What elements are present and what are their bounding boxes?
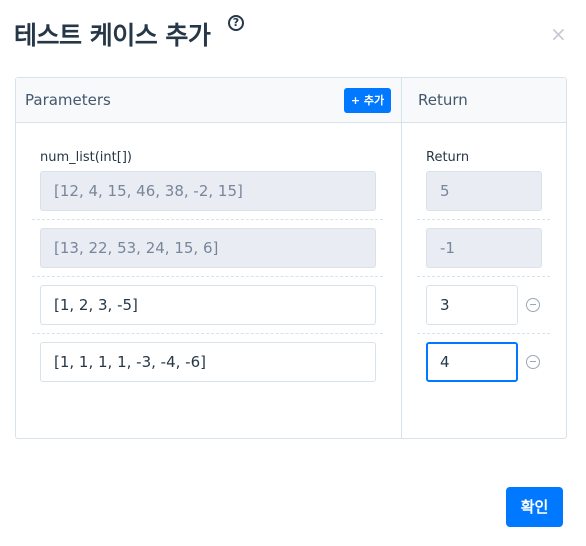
param-field-2: [13, 22, 53, 24, 15, 6] xyxy=(40,228,376,268)
add-test-case-button[interactable]: + 추가 xyxy=(344,88,391,113)
row-divider xyxy=(417,219,550,220)
close-icon[interactable]: × xyxy=(550,24,567,44)
confirm-button[interactable]: 확인 xyxy=(506,487,563,527)
dialog-title: 테스트 케이스 추가 xyxy=(14,21,211,50)
return-field-3[interactable]: 3 xyxy=(426,285,518,325)
table-header: Parameters + 추가 Return xyxy=(16,78,566,123)
parameters-header: Parameters xyxy=(25,91,111,109)
param-field-1: [12, 4, 15, 46, 38, -2, 15] xyxy=(40,171,376,211)
help-icon[interactable]: ? xyxy=(228,15,244,31)
column-divider xyxy=(401,78,402,438)
param-name-label: num_list(int[]) xyxy=(40,150,132,165)
row-divider xyxy=(417,276,550,277)
return-header: Return xyxy=(418,91,468,109)
param-field-3[interactable]: [1, 2, 3, -5] xyxy=(40,285,376,325)
remove-row-icon[interactable] xyxy=(526,355,540,369)
return-field-1: 5 xyxy=(426,171,542,211)
row-divider xyxy=(417,333,550,334)
test-case-table: Parameters + 추가 Return num_list(int[]) R… xyxy=(15,77,567,439)
param-field-4[interactable]: [1, 1, 1, 1, -3, -4, -6] xyxy=(40,342,376,382)
row-divider xyxy=(32,276,383,277)
row-divider xyxy=(32,333,383,334)
row-divider xyxy=(32,219,383,220)
return-field-4[interactable]: 4 xyxy=(426,342,518,382)
return-field-2: -1 xyxy=(426,228,542,268)
remove-row-icon[interactable] xyxy=(526,298,540,312)
return-label: Return xyxy=(426,150,470,165)
